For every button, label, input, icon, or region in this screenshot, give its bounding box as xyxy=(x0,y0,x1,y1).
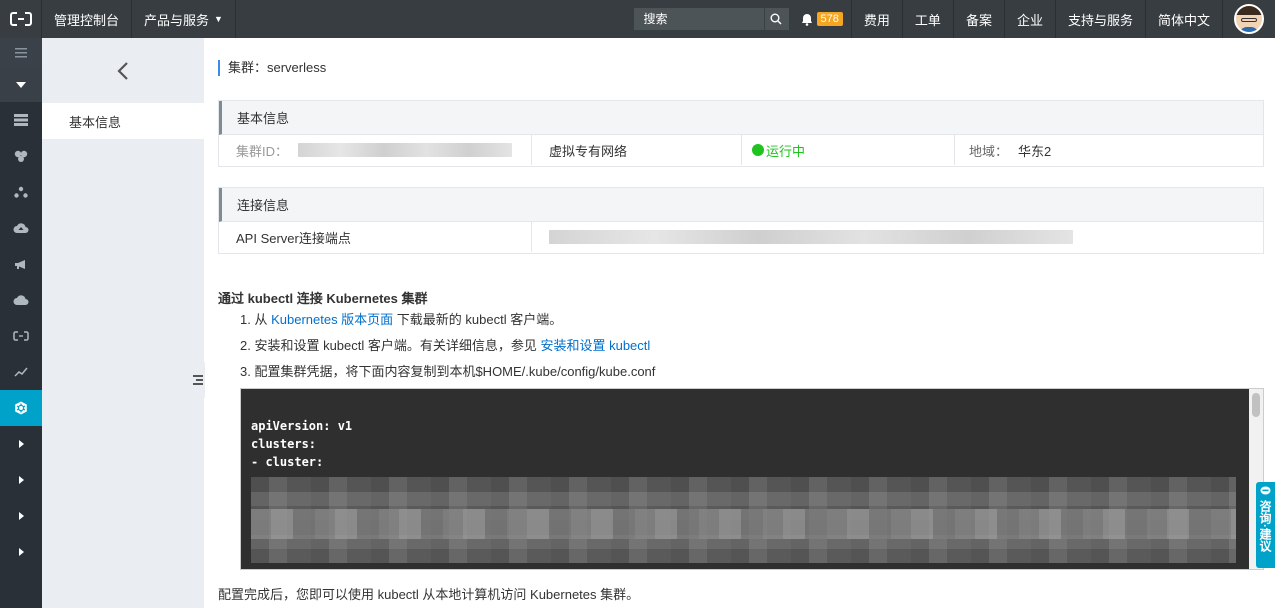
cluster-id-redacted xyxy=(298,143,513,157)
connection-info-panel: 连接信息 API Server连接端点 xyxy=(218,187,1264,254)
kubectl-steps: 1. 从 Kubernetes 版本页面 下载最新的 kubectl 客户端。 … xyxy=(240,310,655,388)
back-button[interactable] xyxy=(42,38,204,103)
cloud-icon[interactable] xyxy=(0,282,42,318)
panel-title: 基本信息 xyxy=(219,101,1263,135)
list-collapse-icon xyxy=(193,375,203,385)
notification-count-badge: 578 xyxy=(816,12,843,26)
connection-info-row: API Server连接端点 xyxy=(219,222,1263,252)
chat-bubble-icon xyxy=(1260,486,1271,495)
products-menu[interactable]: 产品与服务 ▼ xyxy=(132,0,236,38)
nav-language[interactable]: 简体中文 xyxy=(1146,0,1223,38)
sidebar-item-basic-info[interactable]: 基本信息 xyxy=(42,103,204,139)
basic-info-panel: 基本信息 集群ID： 虚拟专有网络 运行中 地域： 华东2 xyxy=(218,100,1264,167)
products-menu-label: 产品与服务 xyxy=(144,12,210,28)
panel-title: 连接信息 xyxy=(219,188,1263,222)
scrollbar-thumb[interactable] xyxy=(1252,393,1260,417)
region-cell: 地域： 华东2 xyxy=(955,135,1263,165)
api-server-label: API Server连接端点 xyxy=(219,222,532,252)
nav-support[interactable]: 支持与服务 xyxy=(1056,0,1146,38)
cloud-upload-icon[interactable] xyxy=(0,210,42,246)
kubeconfig-code-block[interactable]: apiVersion: v1 clusters: - cluster: xyxy=(240,388,1264,570)
search-icon[interactable] xyxy=(763,8,788,30)
user-avatar[interactable] xyxy=(1223,0,1275,38)
caret-down-icon[interactable] xyxy=(0,68,42,102)
aliyun-logo-icon[interactable] xyxy=(0,0,42,38)
product-icon-sidebar xyxy=(0,38,42,608)
feedback-label: 咨询·建议 xyxy=(1258,500,1272,552)
trend-chart-icon[interactable] xyxy=(0,354,42,390)
kubernetes-icon[interactable] xyxy=(0,390,42,426)
notifications-button[interactable]: 578 xyxy=(791,0,852,38)
status-dot-icon xyxy=(752,144,764,156)
page-title: 集群：serverless xyxy=(218,60,326,76)
cluster-id-cell: 集群ID： xyxy=(219,135,532,165)
step-1: 1. 从 Kubernetes 版本页面 下载最新的 kubectl 客户端。 xyxy=(240,310,655,336)
network-icon[interactable] xyxy=(0,174,42,210)
menu-toggle-icon[interactable] xyxy=(0,38,42,68)
sidebar-collapse-toggle[interactable] xyxy=(191,362,205,398)
cluster-id-label: 集群ID： xyxy=(236,143,289,159)
api-server-cell xyxy=(532,222,1263,252)
caret-right-icon[interactable] xyxy=(0,426,42,462)
megaphone-icon[interactable] xyxy=(0,246,42,282)
server-list-icon[interactable] xyxy=(0,102,42,138)
console-home-link[interactable]: 管理控制台 xyxy=(42,0,133,38)
bell-icon xyxy=(801,13,812,26)
code-line: clusters: xyxy=(251,437,317,451)
step-1-suffix: 下载最新的 kubectl 客户端。 xyxy=(393,312,563,327)
caret-down-icon: ▼ xyxy=(214,14,223,24)
code-line: - cluster: xyxy=(251,455,324,469)
step-1-prefix: 1. 从 xyxy=(240,312,272,327)
redacted-credentials-highlight xyxy=(251,509,1236,539)
database-icon[interactable] xyxy=(0,138,42,174)
step-3: 3. 配置集群凭据，将下面内容复制到本机$HOME/.kube/config/k… xyxy=(240,364,656,379)
bracket-logo-icon[interactable] xyxy=(0,318,42,354)
kubectl-section-title: 通过 kubectl 连接 Kubernetes 集群 xyxy=(218,291,428,306)
network-type: 虚拟专有网络 xyxy=(532,135,742,165)
main-content: 集群：serverless 基本信息 集群ID： 虚拟专有网络 运行中 地域： … xyxy=(204,38,1275,608)
region-value: 华东2 xyxy=(1018,143,1052,159)
completion-note: 配置完成后，您即可以使用 kubectl 从本地计算机访问 Kubernetes… xyxy=(218,587,640,602)
step-2: 2. 安装和设置 kubectl 客户端。有关详细信息，参见 安装和设置 kub… xyxy=(240,336,655,362)
caret-right-icon[interactable] xyxy=(0,462,42,498)
caret-right-icon[interactable] xyxy=(0,498,42,534)
nav-billing[interactable]: 费用 xyxy=(852,0,903,38)
feedback-tab[interactable]: 咨询·建议 xyxy=(1256,482,1275,568)
install-kubectl-link[interactable]: 安装和设置 kubectl xyxy=(540,338,650,353)
api-server-redacted xyxy=(549,230,1073,244)
basic-info-row: 集群ID： 虚拟专有网络 运行中 地域： 华东2 xyxy=(219,135,1263,165)
nav-icp-filing[interactable]: 备案 xyxy=(954,0,1005,38)
nav-tickets[interactable]: 工单 xyxy=(903,0,954,38)
search-box xyxy=(633,8,789,30)
caret-right-icon[interactable] xyxy=(0,534,42,570)
region-label: 地域： xyxy=(969,143,1009,159)
status-badge: 运行中 xyxy=(766,143,806,159)
avatar-icon xyxy=(1234,4,1264,34)
step-2-prefix: 2. 安装和设置 kubectl 客户端。有关详细信息，参见 xyxy=(240,338,541,353)
chevron-left-icon xyxy=(117,61,128,80)
nav-enterprise[interactable]: 企业 xyxy=(1005,0,1056,38)
kubernetes-releases-link[interactable]: Kubernetes 版本页面 xyxy=(271,312,393,327)
secondary-sidebar: 基本信息 xyxy=(42,38,204,608)
status-cell: 运行中 xyxy=(742,135,955,165)
search-input[interactable] xyxy=(633,12,764,26)
code-line: apiVersion: v1 xyxy=(251,419,353,433)
top-navigation-bar: 管理控制台 产品与服务 ▼ 578 费用 工单 备案 企业 支持与服务 简体中文 xyxy=(0,0,1275,38)
